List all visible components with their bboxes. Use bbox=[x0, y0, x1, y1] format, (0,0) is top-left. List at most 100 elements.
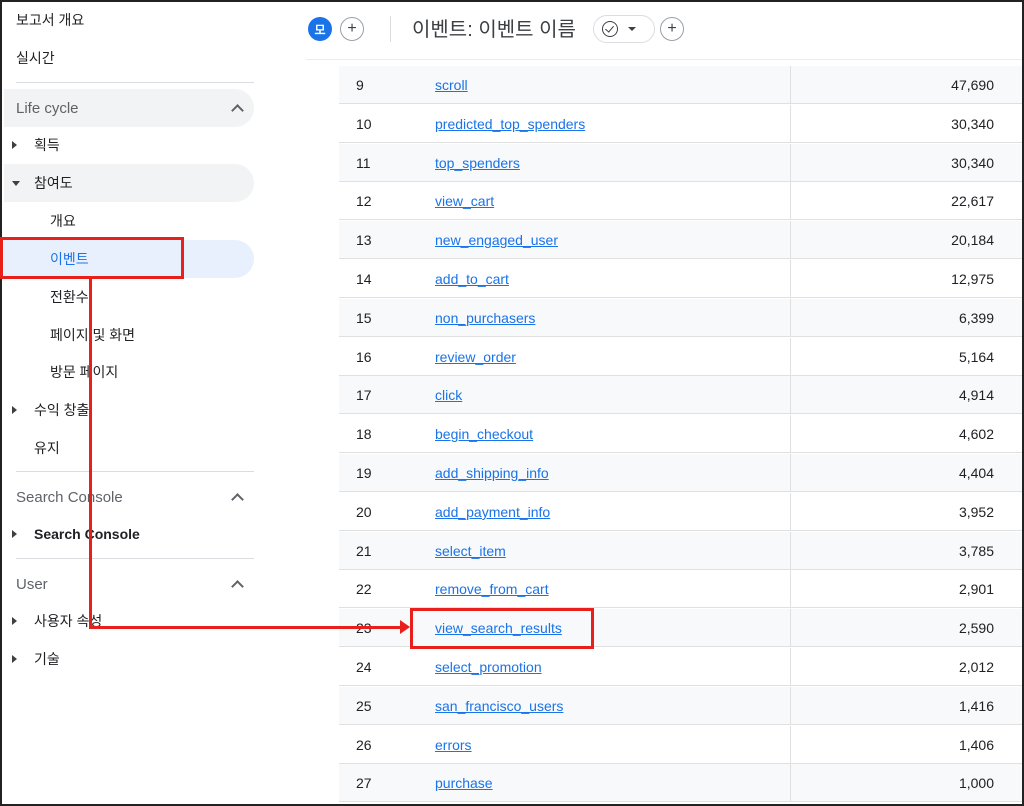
event-name-link[interactable]: add_shipping_info bbox=[435, 465, 549, 481]
sidebar-item-engagement[interactable]: 참여도 bbox=[4, 164, 254, 202]
column-divider bbox=[790, 415, 791, 453]
table-row: 25 san_francisco_users 1,416 bbox=[339, 686, 1022, 725]
event-name-link[interactable]: click bbox=[435, 387, 462, 403]
event-count: 20,184 bbox=[951, 232, 994, 249]
column-divider bbox=[790, 298, 791, 336]
table-row: 15 non_purchasers 6,399 bbox=[339, 298, 1022, 337]
event-name-link[interactable]: add_to_cart bbox=[435, 271, 509, 287]
event-count: 2,012 bbox=[958, 659, 994, 675]
column-divider bbox=[790, 337, 791, 375]
sidebar-item-acquisition[interactable]: 획득 bbox=[4, 126, 254, 164]
event-name-link[interactable]: begin_checkout bbox=[435, 426, 533, 442]
check-circle-icon bbox=[602, 21, 618, 37]
column-divider bbox=[790, 764, 791, 802]
sidebar-divider bbox=[16, 471, 254, 472]
event-name-link[interactable]: non_purchasers bbox=[435, 310, 535, 326]
column-divider bbox=[790, 570, 791, 608]
add-comparison-icon[interactable]: + bbox=[340, 17, 364, 41]
column-divider bbox=[790, 454, 791, 491]
event-count: 2,901 bbox=[958, 581, 994, 598]
row-rank: 17 bbox=[356, 387, 372, 404]
sidebar-item-overview[interactable]: 개요 bbox=[4, 202, 254, 240]
table-row: 9 scroll 47,690 bbox=[339, 66, 1022, 104]
row-rank: 12 bbox=[356, 193, 372, 210]
section-header-search-console[interactable]: Search Console bbox=[4, 478, 254, 516]
event-count: 4,914 bbox=[958, 387, 994, 404]
report-header: 모 + 이벤트: 이벤트 이름 + bbox=[306, 2, 1022, 60]
arrow-line-vertical bbox=[89, 278, 92, 629]
event-name-link[interactable]: add_payment_info bbox=[435, 504, 550, 520]
sidebar-nav: 보고서 개요 실시간 Life cycle 획득 참여도 개요 이벤트 전환수 … bbox=[2, 2, 306, 804]
sidebar-item-pages-screens[interactable]: 페이지 및 화면 bbox=[4, 316, 254, 354]
column-divider bbox=[790, 221, 791, 259]
section-header-lifecycle[interactable]: Life cycle bbox=[4, 89, 254, 127]
section-header-user[interactable]: User bbox=[4, 565, 254, 603]
sidebar-item-conversions[interactable]: 전환수 bbox=[4, 278, 254, 316]
sidebar-item-tech[interactable]: 기술 bbox=[4, 640, 254, 678]
table-row: 10 predicted_top_spenders 30,340 bbox=[339, 104, 1022, 143]
sidebar-item-report-overview[interactable]: 보고서 개요 bbox=[16, 1, 84, 39]
event-name-link[interactable]: purchase bbox=[435, 775, 493, 791]
expand-arrow-icon bbox=[12, 530, 17, 538]
row-rank: 13 bbox=[356, 232, 372, 249]
row-rank: 25 bbox=[356, 697, 372, 714]
row-rank: 26 bbox=[356, 736, 372, 753]
row-rank: 20 bbox=[356, 503, 372, 520]
event-count: 1,406 bbox=[958, 736, 994, 753]
sidebar-item-label: 실시간 bbox=[16, 50, 55, 66]
event-count: 30,340 bbox=[951, 154, 994, 171]
row-rank: 22 bbox=[356, 581, 372, 598]
event-count: 47,690 bbox=[951, 77, 994, 93]
event-count: 5,164 bbox=[958, 348, 994, 365]
title-status-dropdown[interactable] bbox=[593, 15, 655, 43]
column-divider bbox=[790, 104, 791, 142]
table-row: 12 view_cart 22,617 bbox=[339, 182, 1022, 221]
dropdown-arrow-icon bbox=[628, 27, 636, 31]
collapse-arrow-icon bbox=[12, 181, 20, 186]
expand-arrow-icon bbox=[12, 406, 17, 414]
table-row: 27 purchase 1,000 bbox=[339, 764, 1022, 803]
section-header-label: User bbox=[16, 575, 48, 593]
row-rank: 21 bbox=[356, 542, 372, 559]
sidebar-item-monetization[interactable]: 수익 창출 bbox=[4, 391, 254, 429]
sidebar-item-label: 수익 창출 bbox=[34, 402, 90, 418]
sidebar-item-label: Search Console bbox=[34, 526, 140, 542]
arrow-head-icon bbox=[400, 620, 410, 634]
sidebar-item-realtime[interactable]: 실시간 bbox=[16, 39, 55, 77]
chevron-up-icon bbox=[232, 579, 242, 589]
event-count: 3,785 bbox=[958, 542, 994, 559]
arrow-line-horizontal bbox=[89, 626, 401, 629]
sidebar-item-user-attributes[interactable]: 사용자 속성 bbox=[4, 602, 254, 640]
event-name-link[interactable]: top_spenders bbox=[435, 155, 520, 171]
sidebar-item-label: 전환수 bbox=[50, 289, 89, 305]
event-name-link[interactable]: scroll bbox=[435, 77, 468, 93]
highlight-box-view-search-results bbox=[410, 608, 594, 649]
expand-arrow-icon bbox=[12, 655, 17, 663]
row-rank: 11 bbox=[356, 154, 371, 171]
event-name-link[interactable]: select_item bbox=[435, 543, 506, 559]
row-rank: 18 bbox=[356, 426, 372, 443]
sidebar-item-landing-page[interactable]: 방문 페이지 bbox=[4, 353, 254, 391]
sidebar-item-search-console[interactable]: Search Console bbox=[4, 515, 254, 553]
event-name-link[interactable]: remove_from_cart bbox=[435, 581, 549, 597]
event-name-link[interactable]: select_promotion bbox=[435, 659, 542, 675]
add-dimension-icon[interactable]: + bbox=[660, 17, 684, 41]
table-row: 16 review_order 5,164 bbox=[339, 337, 1022, 376]
expand-arrow-icon bbox=[12, 617, 17, 625]
event-name-link[interactable]: san_francisco_users bbox=[435, 698, 563, 714]
event-count: 3,952 bbox=[958, 503, 994, 520]
table-row: 14 add_to_cart 12,975 bbox=[339, 260, 1022, 298]
event-name-link[interactable]: view_cart bbox=[435, 193, 494, 209]
event-count: 4,404 bbox=[958, 465, 994, 481]
column-divider bbox=[790, 260, 791, 297]
event-name-link[interactable]: new_engaged_user bbox=[435, 232, 558, 248]
comparison-avatar[interactable]: 모 bbox=[308, 17, 332, 41]
sidebar-divider bbox=[16, 558, 254, 559]
event-count: 4,602 bbox=[958, 426, 994, 443]
sidebar-item-retention[interactable]: 유지 bbox=[4, 429, 254, 467]
event-name-link[interactable]: errors bbox=[435, 737, 472, 753]
column-divider bbox=[790, 648, 791, 685]
sidebar-item-label: 기술 bbox=[34, 651, 60, 667]
event-name-link[interactable]: predicted_top_spenders bbox=[435, 116, 585, 132]
event-name-link[interactable]: review_order bbox=[435, 349, 516, 365]
